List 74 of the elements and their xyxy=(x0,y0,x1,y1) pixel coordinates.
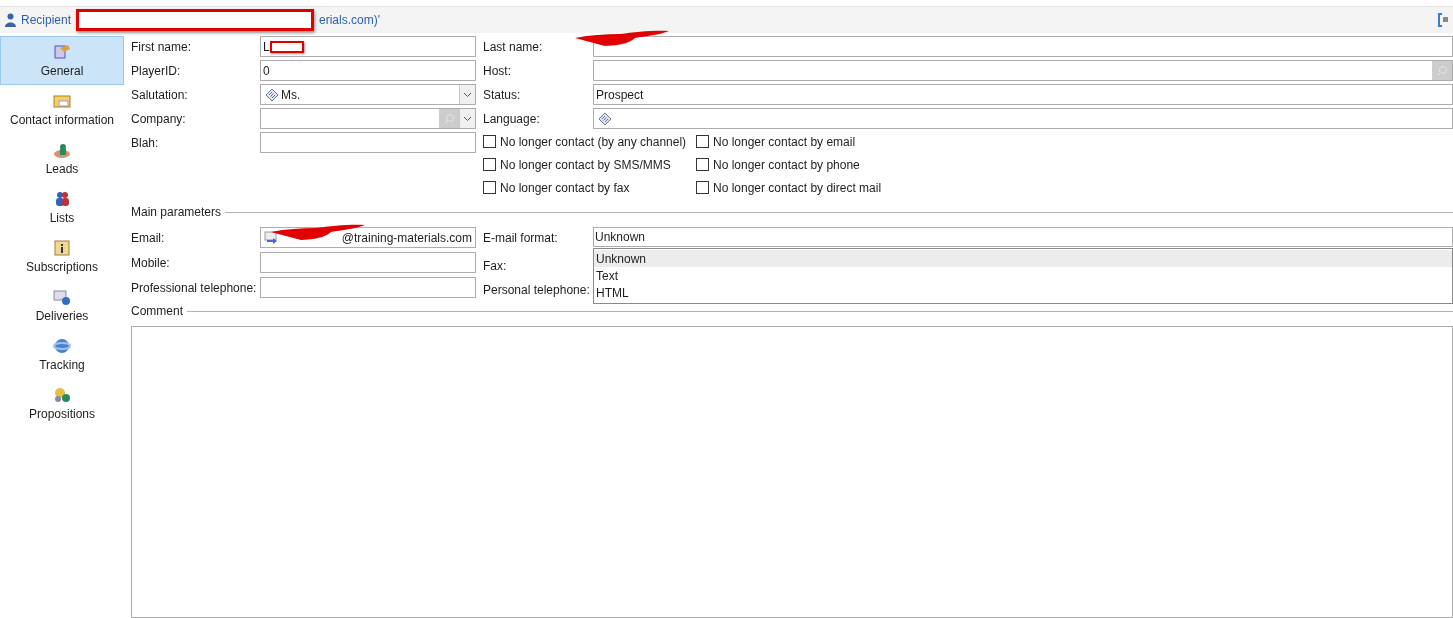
sidebar-item[interactable]: Tracking xyxy=(0,330,124,379)
field-value: Ms. xyxy=(280,86,301,104)
checkbox-square[interactable] xyxy=(483,158,496,171)
checkbox-square[interactable] xyxy=(696,158,709,171)
search-icon xyxy=(1436,65,1448,76)
dropdown-option[interactable]: Unknown xyxy=(594,250,1452,267)
comment-field[interactable] xyxy=(131,326,1453,618)
maximize-icon[interactable] xyxy=(1438,13,1448,27)
field-label: Last name: xyxy=(483,38,544,56)
sidebar-item[interactable]: Lists xyxy=(0,183,124,232)
text-field[interactable]: Prospect xyxy=(593,84,1453,105)
checkbox-square[interactable] xyxy=(696,135,709,148)
lookup-field[interactable] xyxy=(593,60,1453,81)
text-field[interactable]: 0 xyxy=(260,60,476,81)
enum-field[interactable] xyxy=(593,108,1453,129)
field-label: Fax: xyxy=(483,257,508,275)
sidebar-item[interactable]: Deliveries xyxy=(0,281,124,330)
text-field[interactable] xyxy=(593,36,1453,57)
sidebar-item[interactable]: General xyxy=(0,36,124,85)
field-label: Company: xyxy=(131,110,187,128)
checkbox[interactable]: No longer contact by fax xyxy=(483,179,696,196)
field-label: Blah: xyxy=(131,134,160,152)
section-title: Main parameters xyxy=(131,204,222,221)
person-icon xyxy=(5,13,16,27)
field-value: Prospect xyxy=(595,86,644,104)
checkbox-square[interactable] xyxy=(483,181,496,194)
field-value: 0 xyxy=(262,62,270,80)
search-icon xyxy=(443,113,455,124)
checkbox[interactable]: No longer contact by phone xyxy=(696,156,1453,173)
caret-icon xyxy=(463,115,472,122)
field-value: L xyxy=(262,38,270,56)
window-title: Recipient xyxy=(21,12,72,29)
field-label: Email: xyxy=(131,229,166,247)
enum-icon xyxy=(598,111,612,126)
checkbox[interactable]: No longer contact by email xyxy=(696,133,1453,150)
email-field[interactable]: @training-materials.com xyxy=(260,227,476,248)
text-field[interactable] xyxy=(260,252,476,273)
enum-icon xyxy=(265,87,279,102)
field-label: First name: xyxy=(131,38,192,56)
dropdown-option[interactable]: Text xyxy=(594,267,1452,284)
text-field[interactable] xyxy=(260,132,476,153)
section-title: Comment xyxy=(131,303,183,320)
field-label: Mobile: xyxy=(131,254,171,272)
checkbox-square[interactable] xyxy=(483,135,496,148)
sidebar-item-icon xyxy=(52,237,72,258)
text-field[interactable]: L xyxy=(260,36,476,57)
field-label: Language: xyxy=(483,110,541,128)
field-label: E-mail format: xyxy=(483,229,559,247)
field-label: Status: xyxy=(483,86,522,104)
combo-box[interactable] xyxy=(260,108,476,129)
dropdown-option[interactable]: HTML xyxy=(594,284,1452,301)
combo-box[interactable]: Unknown xyxy=(593,227,1453,247)
checkbox[interactable]: No longer contact by direct mail xyxy=(696,179,1453,196)
field-label: Professional telephone: xyxy=(131,279,258,297)
window-title-tail: erials.com)' xyxy=(319,12,380,29)
sidebar-item[interactable]: Propositions xyxy=(0,379,124,428)
field-value: @training-materials.com xyxy=(341,229,472,247)
combo-box[interactable]: Ms. xyxy=(260,84,476,105)
sidebar-item[interactable]: Subscriptions xyxy=(0,232,124,281)
search-button[interactable] xyxy=(1432,61,1452,80)
sidebar-item[interactable]: Contact information xyxy=(0,85,124,134)
dropdown-button[interactable] xyxy=(459,85,475,104)
dropdown-button[interactable] xyxy=(459,109,475,128)
text-field[interactable] xyxy=(260,277,476,298)
field-label: PlayerID: xyxy=(131,62,182,80)
send-mail-icon xyxy=(264,230,279,245)
checkbox-square[interactable] xyxy=(696,181,709,194)
checkbox[interactable]: No longer contact by SMS/MMS xyxy=(483,156,696,173)
sidebar-item[interactable]: Leads xyxy=(0,134,124,183)
field-label: Host: xyxy=(483,62,512,80)
field-label: Salutation: xyxy=(131,86,189,104)
field-label: Personal telephone: xyxy=(483,281,591,299)
checkbox[interactable]: No longer contact (by any channel) xyxy=(483,133,696,150)
caret-icon xyxy=(463,91,472,98)
